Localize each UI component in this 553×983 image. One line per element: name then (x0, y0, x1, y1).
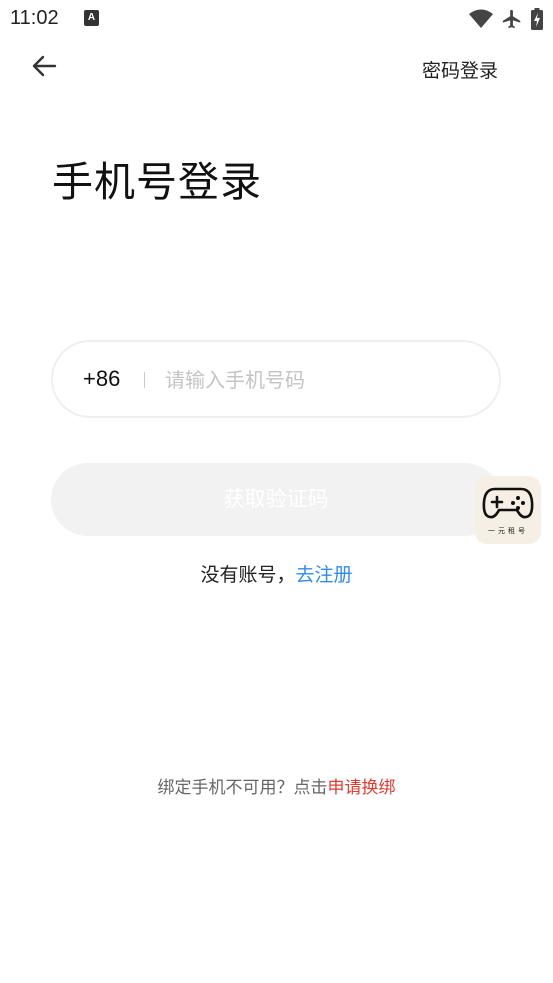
apply-rebind-link[interactable]: 申请换绑 (328, 778, 396, 798)
phone-number-input[interactable] (165, 360, 465, 400)
phone-input-container: +86 (51, 340, 501, 418)
rebind-prompt: 绑定手机不可用？点击 (157, 778, 328, 798)
wifi-icon (469, 9, 493, 29)
status-icons (469, 6, 543, 32)
page-title: 手机号登录 (52, 158, 262, 206)
arrow-left-icon (31, 55, 57, 81)
country-code-selector[interactable]: +86 (83, 366, 120, 392)
field-divider (144, 372, 145, 388)
status-time: 11:02 (10, 7, 59, 29)
battery-charging-icon (531, 8, 543, 30)
status-bar: 11:02 A (0, 0, 553, 38)
signup-link[interactable]: 去注册 (296, 564, 353, 586)
rebind-line: 绑定手机不可用？点击申请换绑 (0, 773, 553, 798)
signup-line: 没有账号，去注册 (0, 560, 553, 587)
password-login-link[interactable]: 密码登录 (405, 56, 515, 86)
floating-game-widget[interactable]: 一元租号 (475, 476, 541, 544)
back-button[interactable] (26, 50, 62, 86)
floating-widget-label: 一元租号 (488, 527, 528, 535)
app-notification-icon: A (84, 10, 99, 26)
gamepad-icon (481, 484, 535, 526)
signup-prompt: 没有账号， (200, 564, 296, 586)
airplane-mode-icon (501, 8, 523, 30)
get-verification-code-button[interactable]: 获取验证码 (51, 463, 501, 536)
